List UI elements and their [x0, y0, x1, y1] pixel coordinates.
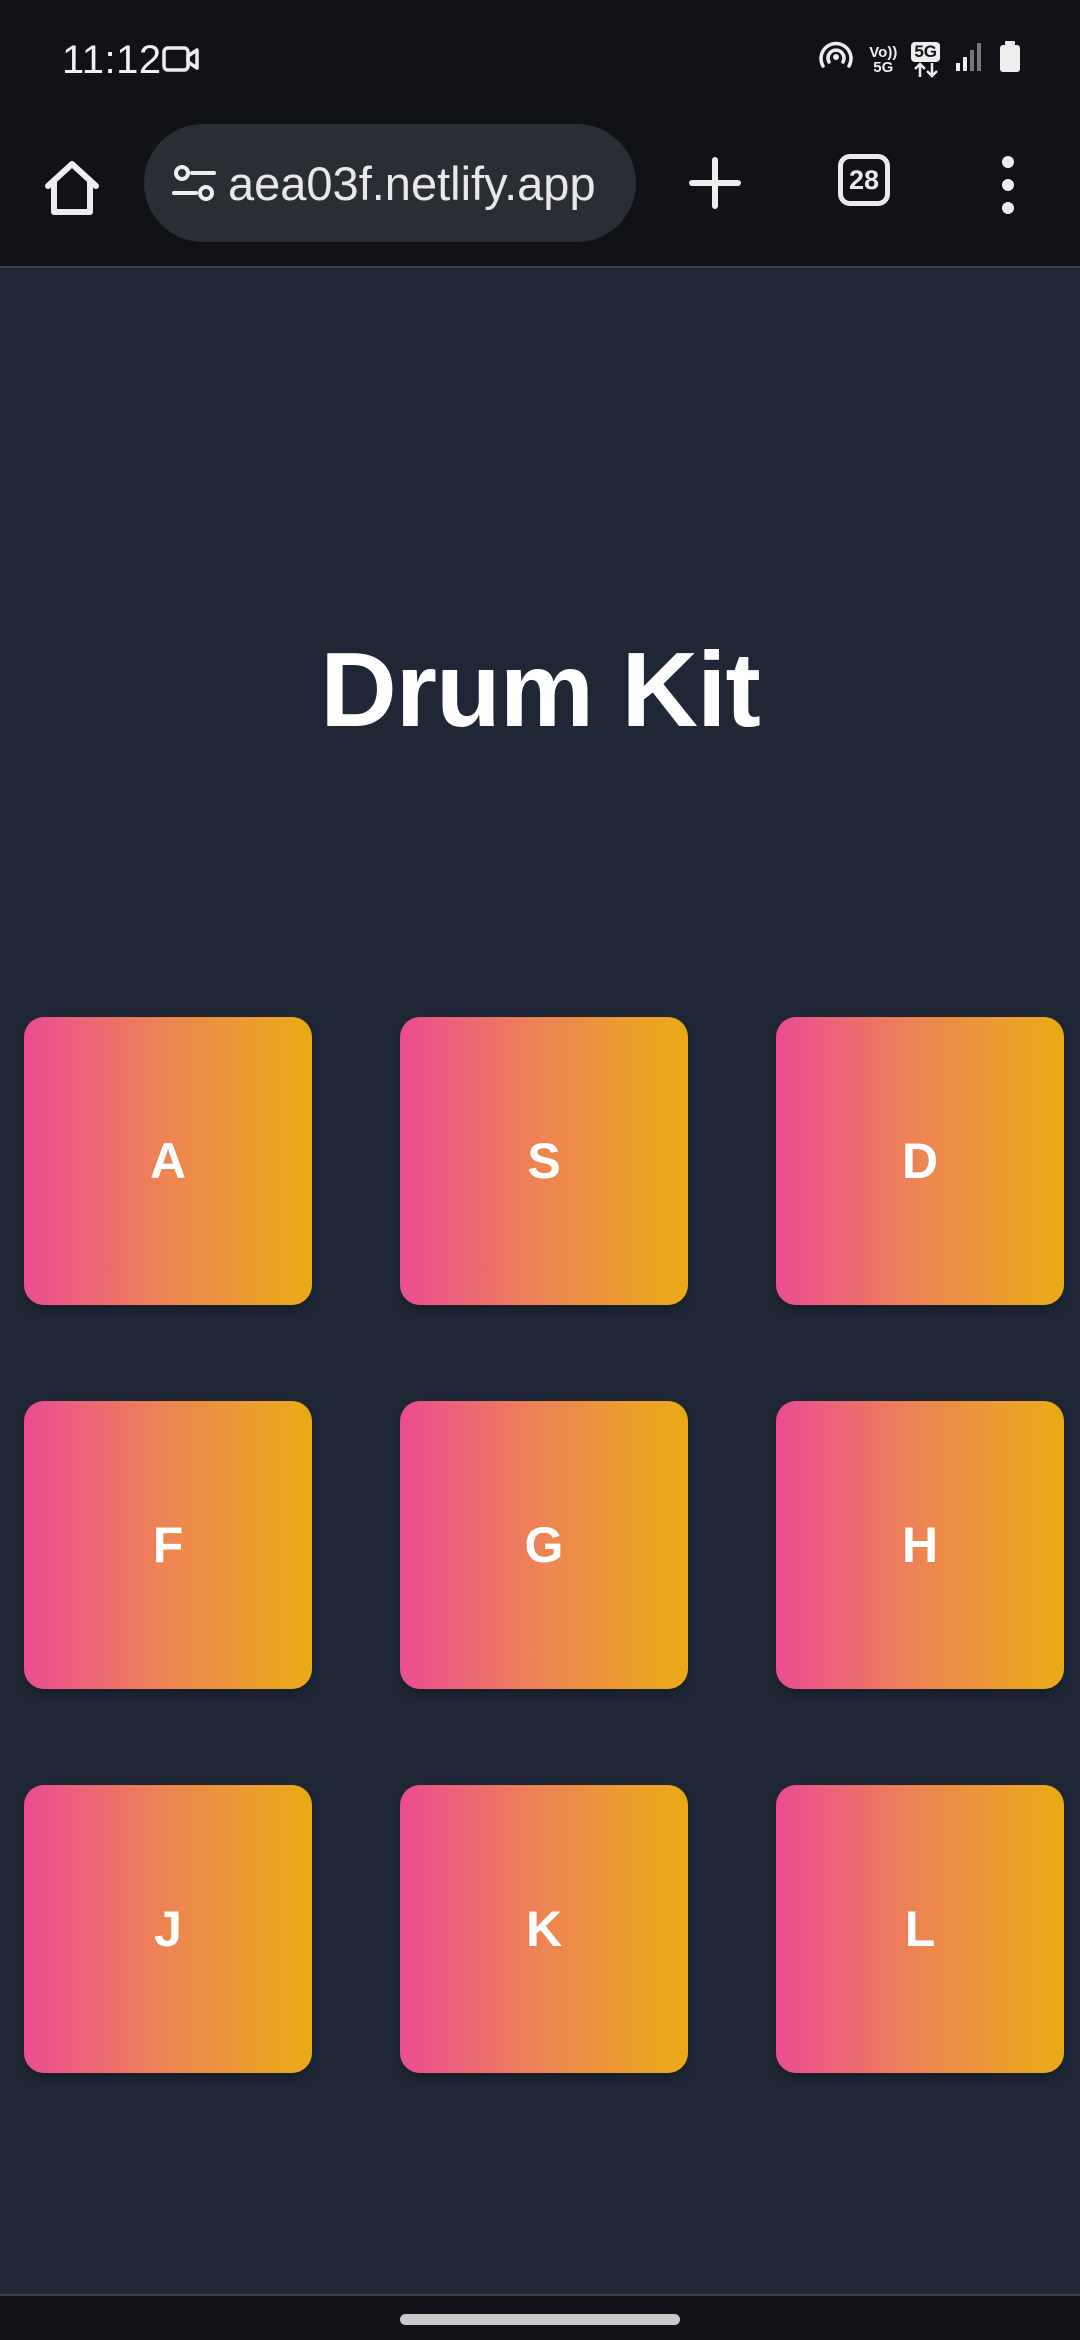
hotspot-icon: [817, 40, 855, 79]
drum-pad-h[interactable]: H: [776, 1401, 1064, 1689]
volte-top-label: Vo)): [869, 43, 898, 61]
tabs-button[interactable]: 28: [838, 154, 890, 206]
network-label: 5G: [911, 41, 940, 62]
page-content: Drum Kit A S D F G H J K L: [0, 270, 1080, 2294]
drum-pad-l[interactable]: L: [776, 1785, 1064, 2073]
status-time: 11:12: [62, 38, 162, 82]
battery-icon: [998, 40, 1022, 79]
signal-icon: [954, 41, 984, 78]
more-menu-button[interactable]: [990, 150, 1026, 220]
site-settings-icon[interactable]: [168, 157, 220, 209]
new-tab-button[interactable]: [680, 148, 750, 218]
url-text: aea03f.netlify.app: [228, 156, 596, 210]
drum-pad-s[interactable]: S: [400, 1017, 688, 1305]
drum-pad-f[interactable]: F: [24, 1401, 312, 1689]
gesture-nav-bar: [0, 2294, 1080, 2340]
data-arrows-icon: [913, 61, 938, 78]
browser-toolbar: aea03f.netlify.app 28: [0, 124, 1080, 268]
volte-icon: Vo)) 5G: [869, 45, 897, 75]
more-vertical-icon: [1002, 156, 1014, 214]
5g-icon: 5G: [911, 41, 940, 78]
home-icon: [45, 161, 99, 215]
status-bar: 11:12 Vo)) 5G 5G: [0, 0, 1080, 124]
home-gesture-handle[interactable]: [400, 2314, 680, 2325]
drum-pad-a[interactable]: A: [24, 1017, 312, 1305]
page-title: Drum Kit: [320, 631, 761, 749]
home-button[interactable]: [36, 152, 108, 224]
drum-pad-d[interactable]: D: [776, 1017, 1064, 1305]
tab-count: 28: [848, 164, 880, 195]
drum-pad-k[interactable]: K: [400, 1785, 688, 2073]
drum-pad-j[interactable]: J: [24, 1785, 312, 2073]
address-bar[interactable]: aea03f.netlify.app: [144, 124, 636, 242]
plus-icon: [689, 157, 741, 209]
status-icons: Vo)) 5G 5G: [817, 40, 1022, 79]
volte-bottom-label: 5G: [873, 58, 894, 76]
video-camera-icon: [162, 44, 200, 79]
drum-pad-g[interactable]: G: [400, 1401, 688, 1689]
